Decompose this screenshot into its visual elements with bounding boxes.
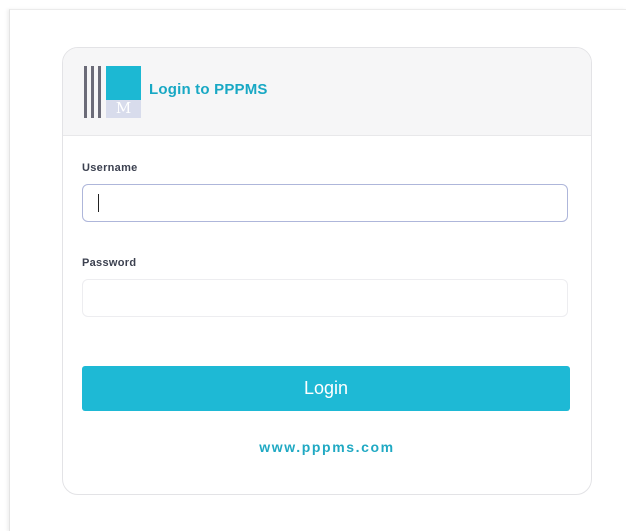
card-header: M Login to PPPMS <box>63 48 591 136</box>
login-card: M Login to PPPMS Username Password Login… <box>62 47 592 495</box>
website-link[interactable]: www.pppms.com <box>63 439 591 455</box>
login-button[interactable]: Login <box>82 366 570 411</box>
page-title: Login to PPPMS <box>149 81 268 98</box>
password-label: Password <box>82 257 137 269</box>
logo-stripe <box>84 66 87 118</box>
username-label: Username <box>82 162 138 174</box>
text-cursor <box>98 194 99 212</box>
logo-square <box>106 66 141 100</box>
username-input[interactable] <box>82 184 568 222</box>
pppms-logo: M <box>84 66 142 118</box>
logo-stripe <box>98 66 101 118</box>
login-page: M Login to PPPMS Username Password Login… <box>0 0 626 531</box>
password-input[interactable] <box>82 279 568 317</box>
logo-stripe <box>91 66 94 118</box>
logo-letter: M <box>115 99 132 117</box>
